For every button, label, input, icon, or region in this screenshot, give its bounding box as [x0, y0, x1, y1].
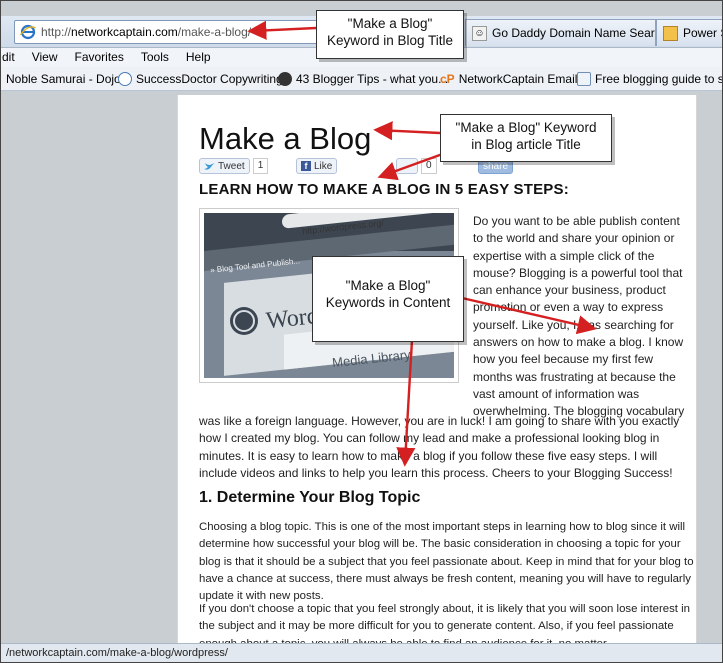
- menu-favorites[interactable]: Favorites: [67, 48, 133, 67]
- status-text: /networkcaptain.com/make-a-blog/wordpres…: [6, 647, 228, 659]
- facebook-icon: f: [301, 161, 311, 171]
- tweet-label: Tweet: [218, 160, 245, 172]
- content-callout-text: "Make a Blog" Keywords in Content: [325, 278, 451, 310]
- intro-paragraph-right: Do you want to be able publish content t…: [473, 214, 685, 419]
- article-callout-text: "Make a Blog" Keyword in Blog article Ti…: [455, 120, 597, 152]
- favorite-label: 43 Blogger Tips - what you...: [296, 72, 449, 86]
- article-subheading: LEARN HOW TO MAKE A BLOG IN 5 EASY STEPS…: [199, 181, 569, 198]
- article-title-callout: "Make a Blog" Keyword in Blog article Ti…: [440, 114, 612, 162]
- blogger-icon: [278, 72, 292, 86]
- address-bar[interactable]: http://networkcaptain.com/make-a-blog/: [14, 20, 332, 44]
- page-icon: [577, 72, 591, 86]
- cpanel-icon: cP: [440, 72, 455, 86]
- menu-help[interactable]: Help: [179, 48, 221, 67]
- twitter-icon: [204, 162, 215, 170]
- page-title: Make a Blog: [199, 121, 372, 156]
- plusone-count: 0: [421, 158, 437, 174]
- favorites-bar: Noble Samurai - Dojo SuccessDoctor Copyw…: [0, 67, 723, 91]
- favorite-label: SuccessDoctor Copywriting: [136, 72, 283, 86]
- successdoctor-icon: [118, 72, 132, 86]
- tab-godaddy[interactable]: ☺ Go Daddy Domain Name Searc...: [465, 19, 656, 46]
- favorite-label: NetworkCaptain Email: [458, 72, 578, 86]
- step-1-paragraph-2: If you don't choose a topic that you fee…: [199, 603, 690, 643]
- tweet-count: 1: [252, 158, 269, 174]
- step-1-paragraph: Choosing a blog topic. This is one of th…: [199, 521, 694, 603]
- menu-tools[interactable]: Tools: [134, 48, 179, 67]
- tab-strip: ☺ Go Daddy Domain Name Searc... Power Su: [465, 19, 723, 46]
- title-callout: "Make a Blog" Keyword in Blog Title: [316, 10, 464, 59]
- favorite-successdoctor[interactable]: SuccessDoctor Copywriting: [118, 72, 283, 86]
- menu-view[interactable]: View: [25, 48, 68, 67]
- intro-paragraph-continued: was like a foreign language. However, yo…: [199, 414, 680, 480]
- article-body: Make a Blog Tweet 1 f Like 0 share LEARN…: [177, 95, 697, 643]
- page-viewport[interactable]: Make a Blog Tweet 1 f Like 0 share LEARN…: [2, 91, 716, 643]
- favorite-noble-samurai[interactable]: Noble Samurai - Dojo: [6, 72, 121, 86]
- screenshot: http://networkcaptain.com/make-a-blog/ ☺…: [0, 0, 723, 663]
- favorite-label: Noble Samurai - Dojo: [6, 72, 121, 86]
- url-text[interactable]: http://networkcaptain.com/make-a-blog/: [41, 25, 251, 39]
- like-button[interactable]: f Like: [296, 158, 338, 174]
- step-1-heading: 1. Determine Your Blog Topic: [199, 489, 421, 506]
- plusone-share: 0: [396, 158, 437, 174]
- favorite-blogger-tips[interactable]: 43 Blogger Tips - what you...: [278, 72, 448, 86]
- facebook-like: f Like: [296, 158, 338, 174]
- tab-label: Power Su: [683, 26, 722, 40]
- favorite-networkcaptain-email[interactable]: cP NetworkCaptain Email: [440, 72, 577, 86]
- tab-label: Go Daddy Domain Name Searc...: [492, 26, 656, 40]
- tweet-button[interactable]: Tweet: [199, 158, 250, 174]
- share-label: share: [483, 160, 509, 172]
- favorite-label: Free blogging guide to si: [595, 72, 723, 86]
- favorite-free-blogging-guide[interactable]: Free blogging guide to si: [577, 72, 723, 86]
- tweet-share: Tweet 1: [199, 158, 269, 174]
- title-callout-text: "Make a Blog" Keyword in Blog Title: [326, 16, 454, 48]
- like-label: Like: [314, 160, 333, 172]
- menu-edit[interactable]: dit: [0, 48, 25, 67]
- godaddy-icon: ☺: [472, 26, 487, 41]
- page-icon: [663, 26, 678, 41]
- content-callout: "Make a Blog" Keywords in Content: [312, 256, 464, 342]
- plusone-button[interactable]: [396, 158, 418, 174]
- tab-power[interactable]: Power Su: [656, 19, 723, 46]
- internet-explorer-icon: [20, 24, 36, 40]
- status-bar: /networkcaptain.com/make-a-blog/wordpres…: [0, 643, 723, 663]
